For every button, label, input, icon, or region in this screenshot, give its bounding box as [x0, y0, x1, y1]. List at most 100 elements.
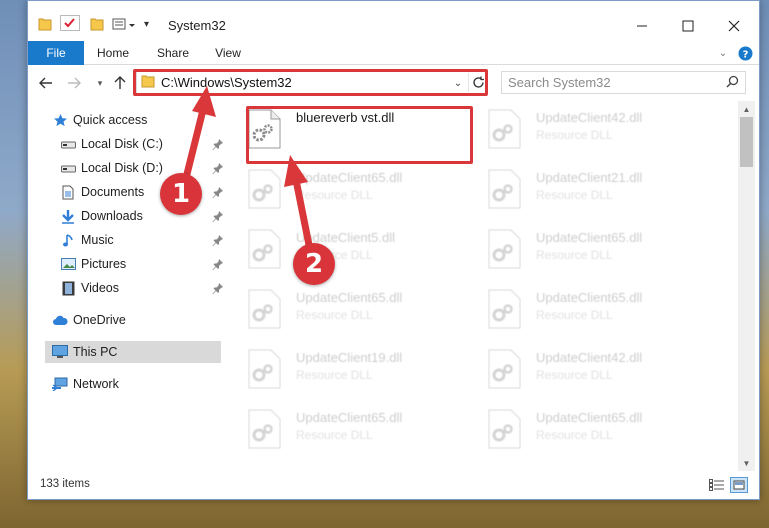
- star-icon: [52, 112, 68, 128]
- file-item[interactable]: UpdateClient65.dll Resource DLL: [228, 161, 458, 219]
- dll-file-icon: [486, 229, 522, 269]
- help-icon[interactable]: ?: [736, 45, 754, 61]
- address-bar-highlight: [133, 69, 488, 96]
- ribbon-tabs: File Home Share View ⌄ ?: [28, 41, 759, 65]
- sidebar-item-onedrive[interactable]: OneDrive: [52, 309, 126, 331]
- tab-file[interactable]: File: [28, 41, 84, 65]
- pin-icon[interactable]: [212, 282, 224, 294]
- sidebar-item-local-disk-d[interactable]: Local Disk (D:): [60, 157, 230, 179]
- sidebar-item-label: Videos: [81, 281, 119, 295]
- sidebar-item-downloads[interactable]: Downloads: [60, 205, 230, 227]
- file-item[interactable]: UpdateClient42.dll Resource DLL: [468, 341, 698, 399]
- file-type: Resource DLL: [296, 368, 373, 382]
- navigation-pane: Quick access Local Disk (C:) Local Disk …: [28, 101, 223, 469]
- recent-locations-icon[interactable]: ▾: [90, 72, 110, 94]
- pin-icon[interactable]: [212, 138, 224, 150]
- network-icon: [52, 376, 68, 392]
- tab-share[interactable]: Share: [151, 41, 195, 65]
- pin-icon[interactable]: [212, 258, 224, 270]
- file-type: Resource DLL: [536, 368, 613, 382]
- chevron-down-icon[interactable]: ▾: [144, 15, 149, 33]
- dll-file-icon: [246, 349, 282, 389]
- sidebar-item-label: This PC: [73, 345, 118, 359]
- file-item[interactable]: UpdateClient65.dll Resource DLL: [228, 401, 458, 459]
- drive-icon: [60, 136, 76, 152]
- sidebar-item-label: Local Disk (C:): [81, 137, 163, 151]
- file-name: UpdateClient42.dll: [536, 110, 643, 125]
- folder-icon: [38, 15, 52, 33]
- music-icon: [60, 232, 76, 248]
- drive-icon: [60, 160, 76, 176]
- file-item[interactable]: UpdateClient65.dll Resource DLL: [468, 281, 698, 339]
- sidebar-item-videos[interactable]: Videos: [60, 277, 230, 299]
- sidebar-item-label: Local Disk (D:): [81, 161, 163, 175]
- sidebar-item-this-pc[interactable]: This PC: [52, 341, 117, 363]
- file-item[interactable]: UpdateClient65.dll Resource DLL: [468, 221, 698, 279]
- item-count: 133 items: [40, 478, 90, 490]
- sidebar-item-pictures[interactable]: Pictures: [60, 253, 230, 275]
- dll-file-icon: [486, 349, 522, 389]
- file-type: Resource DLL: [536, 428, 613, 442]
- pin-icon[interactable]: [212, 234, 224, 246]
- file-item[interactable]: UpdateClient65.dll Resource DLL: [468, 401, 698, 459]
- file-item[interactable]: UpdateClient65.dll Resource DLL: [228, 281, 458, 339]
- search-box[interactable]: [501, 71, 746, 94]
- back-button[interactable]: [36, 72, 56, 94]
- sidebar-item-local-disk-c[interactable]: Local Disk (C:): [60, 133, 230, 155]
- file-type: Resource DLL: [296, 308, 373, 322]
- customize-toolbar-icon[interactable]: [112, 15, 138, 33]
- tab-home[interactable]: Home: [91, 41, 135, 65]
- file-item[interactable]: UpdateClient42.dll Resource DLL: [468, 101, 698, 159]
- close-button[interactable]: [711, 11, 757, 41]
- forward-button[interactable]: [64, 72, 84, 94]
- title-bar: ▾ System32: [28, 1, 759, 41]
- scrollbar-thumb[interactable]: [740, 117, 753, 167]
- details-view-icon[interactable]: [708, 477, 726, 493]
- file-name: UpdateClient65.dll: [536, 410, 643, 425]
- file-item[interactable]: UpdateClient5.dll Resource DLL: [228, 221, 458, 279]
- search-icon[interactable]: [726, 75, 739, 91]
- dll-file-icon: [246, 169, 282, 209]
- large-icons-view-icon[interactable]: [730, 477, 748, 493]
- file-type: Resource DLL: [536, 248, 613, 262]
- file-item[interactable]: UpdateClient19.dll Resource DLL: [228, 341, 458, 399]
- step-badge-2: 2: [293, 243, 335, 285]
- maximize-button[interactable]: [665, 11, 711, 41]
- documents-icon: [60, 184, 76, 200]
- vertical-scrollbar[interactable]: ▲ ▼: [738, 101, 755, 471]
- file-type: Resource DLL: [296, 188, 373, 202]
- file-type: Resource DLL: [536, 188, 613, 202]
- sidebar-item-network[interactable]: Network: [52, 373, 119, 395]
- file-name: UpdateClient65.dll: [296, 170, 403, 185]
- dll-file-icon: [246, 289, 282, 329]
- minimize-button[interactable]: [619, 11, 665, 41]
- file-type: Resource DLL: [536, 128, 613, 142]
- properties-icon[interactable]: [60, 15, 80, 31]
- sidebar-item-quick-access[interactable]: Quick access: [52, 109, 147, 131]
- dll-file-icon: [246, 409, 282, 449]
- dll-file-icon: [486, 289, 522, 329]
- scroll-down-icon[interactable]: ▼: [738, 456, 755, 470]
- sidebar-item-label: Music: [81, 233, 114, 247]
- search-input[interactable]: [508, 75, 726, 90]
- videos-icon: [60, 280, 76, 296]
- scroll-up-icon[interactable]: ▲: [738, 102, 755, 116]
- file-item[interactable]: UpdateClient21.dll Resource DLL: [468, 161, 698, 219]
- sidebar-item-documents[interactable]: Documents: [60, 181, 230, 203]
- pin-icon[interactable]: [212, 186, 224, 198]
- window-title: System32: [168, 18, 226, 33]
- dll-file-icon: [486, 169, 522, 209]
- pin-icon[interactable]: [212, 162, 224, 174]
- svg-text:?: ?: [742, 49, 748, 60]
- tab-view[interactable]: View: [208, 41, 248, 65]
- new-folder-icon[interactable]: [90, 15, 104, 33]
- file-name: UpdateClient42.dll: [536, 350, 643, 365]
- sidebar-item-music[interactable]: Music: [60, 229, 230, 251]
- file-name: UpdateClient65.dll: [296, 290, 403, 305]
- pin-icon[interactable]: [212, 210, 224, 222]
- dll-file-icon: [486, 409, 522, 449]
- cloud-icon: [52, 312, 68, 328]
- expand-ribbon-icon[interactable]: ⌄: [714, 45, 732, 61]
- file-name: UpdateClient65.dll: [536, 290, 643, 305]
- up-button[interactable]: [110, 72, 130, 94]
